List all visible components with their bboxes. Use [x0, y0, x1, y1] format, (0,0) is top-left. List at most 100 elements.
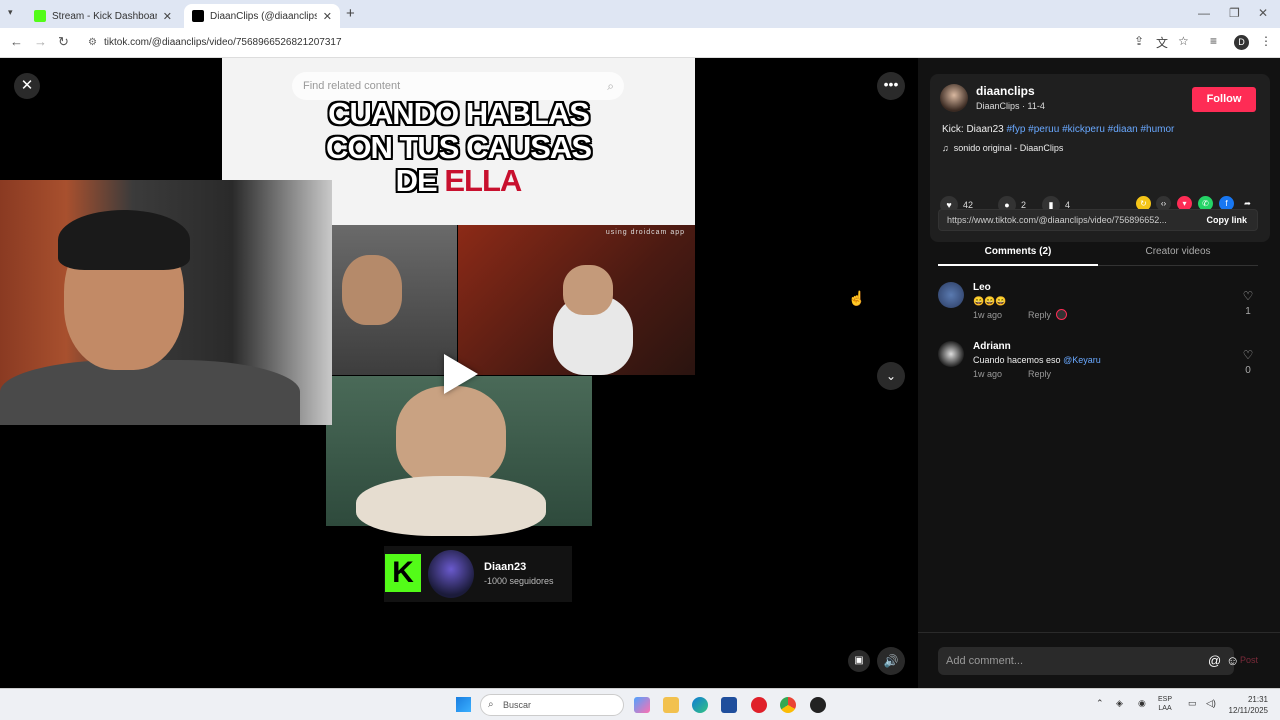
person-image	[396, 386, 506, 486]
tray-app-icon[interactable]: ◉	[1138, 698, 1146, 709]
video-link-text[interactable]: https://www.tiktok.com/@diaanclips/video…	[947, 215, 1187, 225]
sound-link[interactable]: ♫ sonido original - DiaanClips	[942, 143, 1063, 153]
bookmark-star-icon[interactable]: ☆	[1178, 34, 1189, 48]
more-options-icon[interactable]: •••	[877, 72, 905, 100]
windows-start-icon[interactable]	[456, 697, 471, 712]
close-tab-icon[interactable]: ✕	[163, 10, 172, 23]
install-app-icon[interactable]: ⇪	[1134, 34, 1144, 48]
language-indicator[interactable]: ESP LAA	[1158, 695, 1172, 713]
creator-avatar[interactable]	[940, 84, 968, 112]
related-search-input[interactable]: Find related content ⌕	[292, 72, 624, 100]
url-text: tiktok.com/@diaanclips/video/75689665268…	[104, 37, 342, 48]
tiktok-favicon-icon	[192, 10, 204, 22]
tab-comments[interactable]: Comments (2)	[938, 246, 1098, 257]
creator-username[interactable]: diaanclips	[976, 84, 1035, 98]
store-icon[interactable]	[721, 697, 737, 713]
emoji-icon[interactable]: ☺	[1226, 647, 1239, 675]
close-icon[interactable]: ✕	[14, 73, 40, 99]
comment-text: 😄😄😄	[973, 296, 1007, 306]
post-button[interactable]: Post	[1240, 655, 1258, 665]
comment-text: Cuando hacemos eso @Keyaru	[973, 355, 1101, 365]
comment-time: 1w ago	[973, 369, 1003, 379]
browser-tab-tiktok[interactable]: DiaanClips (@diaanclips) | TikTo ✕	[184, 4, 340, 28]
description-text: Kick: Diaan23	[942, 124, 1004, 135]
obs-icon[interactable]	[810, 697, 826, 713]
volume-icon[interactable]: 🔊	[877, 647, 905, 675]
search-icon[interactable]: ⌕	[607, 72, 614, 100]
taskbar-search[interactable]: ⌕ Buscar	[480, 694, 624, 716]
tab-creator-videos[interactable]: Creator videos	[1098, 246, 1258, 257]
reading-list-icon[interactable]: ≡	[1210, 34, 1217, 48]
comment-like-count: 1	[1245, 306, 1251, 317]
video-frame-left	[332, 225, 457, 375]
commenter-name[interactable]: Leo	[973, 282, 991, 293]
side-panel: diaanclips DiaanClips · 11-4 Follow Kick…	[918, 58, 1280, 688]
translate-icon[interactable]: 文	[1156, 34, 1168, 51]
active-tab-indicator	[938, 264, 1098, 266]
tray-chevron-icon[interactable]: ⌃	[1096, 698, 1104, 709]
reply-button[interactable]: Reply	[1028, 369, 1051, 379]
search-icon: ⌕	[488, 699, 494, 710]
network-icon[interactable]: ▭	[1188, 698, 1197, 709]
profile-avatar[interactable]: D	[1234, 35, 1249, 50]
comment-input[interactable]: Add comment... @ ☺	[938, 647, 1239, 675]
copilot-icon[interactable]	[634, 697, 650, 713]
comment-mention[interactable]: @Keyaru	[1063, 355, 1101, 365]
kick-followers: -1000 seguidores	[484, 576, 554, 586]
related-search-placeholder: Find related content	[303, 80, 401, 92]
windows-taskbar: ⌕ Buscar ⌃ ◈ ◉ ESP LAA ▭ ◁) 21:31 12/11/…	[0, 688, 1280, 720]
copy-link-button[interactable]: Copy link	[1206, 215, 1247, 225]
speaker-icon[interactable]: ◁)	[1206, 698, 1216, 709]
reply-button[interactable]: Reply	[1028, 310, 1051, 320]
comment-heart-icon[interactable]: ♡	[1238, 289, 1258, 303]
tray-app-icon[interactable]: ◈	[1116, 698, 1123, 709]
commenter-avatar[interactable]	[938, 341, 964, 367]
language-code: ESP	[1158, 696, 1173, 703]
comment-like-count: 0	[1245, 365, 1251, 376]
creator-subinfo: DiaanClips · 11-4	[976, 101, 1045, 111]
sound-name: sonido original - DiaanClips	[953, 143, 1064, 153]
link-box: https://www.tiktok.com/@diaanclips/video…	[938, 209, 1258, 231]
taskbar-search-label: Buscar	[503, 700, 532, 710]
url-input[interactable]: ⚙ tiktok.com/@diaanclips/video/756896652…	[84, 33, 1124, 53]
maximize-icon[interactable]: ❐	[1229, 6, 1240, 20]
comment-heart-icon[interactable]: ♡	[1238, 348, 1258, 362]
edge-icon[interactable]	[692, 697, 708, 713]
commenter-avatar[interactable]	[938, 282, 964, 308]
kick-favicon-icon	[34, 10, 46, 22]
caption-word-de: DE	[395, 163, 438, 198]
caption-word-ella: ELLA	[444, 163, 522, 198]
commenter-name[interactable]: Adriann	[973, 341, 1011, 352]
browser-tab-kick[interactable]: Stream - Kick Dashboard ✕	[26, 4, 180, 28]
file-explorer-icon[interactable]	[663, 697, 679, 713]
mouse-cursor-icon: ☝	[848, 290, 866, 306]
opera-icon[interactable]	[751, 697, 767, 713]
person-image	[342, 255, 402, 325]
close-tab-icon[interactable]: ✕	[323, 10, 332, 23]
webcam-shirt	[0, 360, 300, 425]
comment-time: 1w ago	[973, 310, 1003, 320]
new-tab-icon[interactable]: +	[346, 5, 355, 22]
next-video-icon[interactable]: ⌄	[877, 362, 905, 390]
minimize-icon[interactable]: —	[1198, 6, 1210, 20]
back-icon[interactable]: ←	[10, 34, 23, 49]
system-clock[interactable]: 21:31 12/11/2025	[1224, 694, 1268, 716]
comment-body: Cuando hacemos eso	[973, 355, 1061, 365]
chrome-icon[interactable]	[780, 697, 796, 713]
site-info-icon[interactable]: ⚙	[88, 33, 97, 53]
mention-at-icon[interactable]: @	[1208, 647, 1221, 675]
caption-line-1: CUANDO HABLAS	[328, 96, 590, 131]
hashtags[interactable]: #fyp #peruu #kickperu #diaan #humor	[1006, 124, 1174, 135]
play-icon[interactable]	[444, 354, 478, 394]
kick-channel-name: Diaan23	[484, 561, 527, 573]
forward-icon[interactable]: →	[34, 34, 47, 49]
video-frame-bottom	[326, 376, 592, 536]
window-close-icon[interactable]: ✕	[1258, 6, 1268, 20]
tab-search-icon[interactable]: ▾	[8, 7, 13, 18]
reload-icon[interactable]: ↻	[58, 34, 69, 50]
follow-button[interactable]: Follow	[1192, 87, 1256, 112]
mini-player-icon[interactable]: ▣	[848, 650, 870, 672]
kick-avatar	[428, 550, 474, 598]
comment-placeholder: Add comment...	[946, 655, 1024, 667]
browser-menu-icon[interactable]: ⋮	[1260, 34, 1272, 48]
